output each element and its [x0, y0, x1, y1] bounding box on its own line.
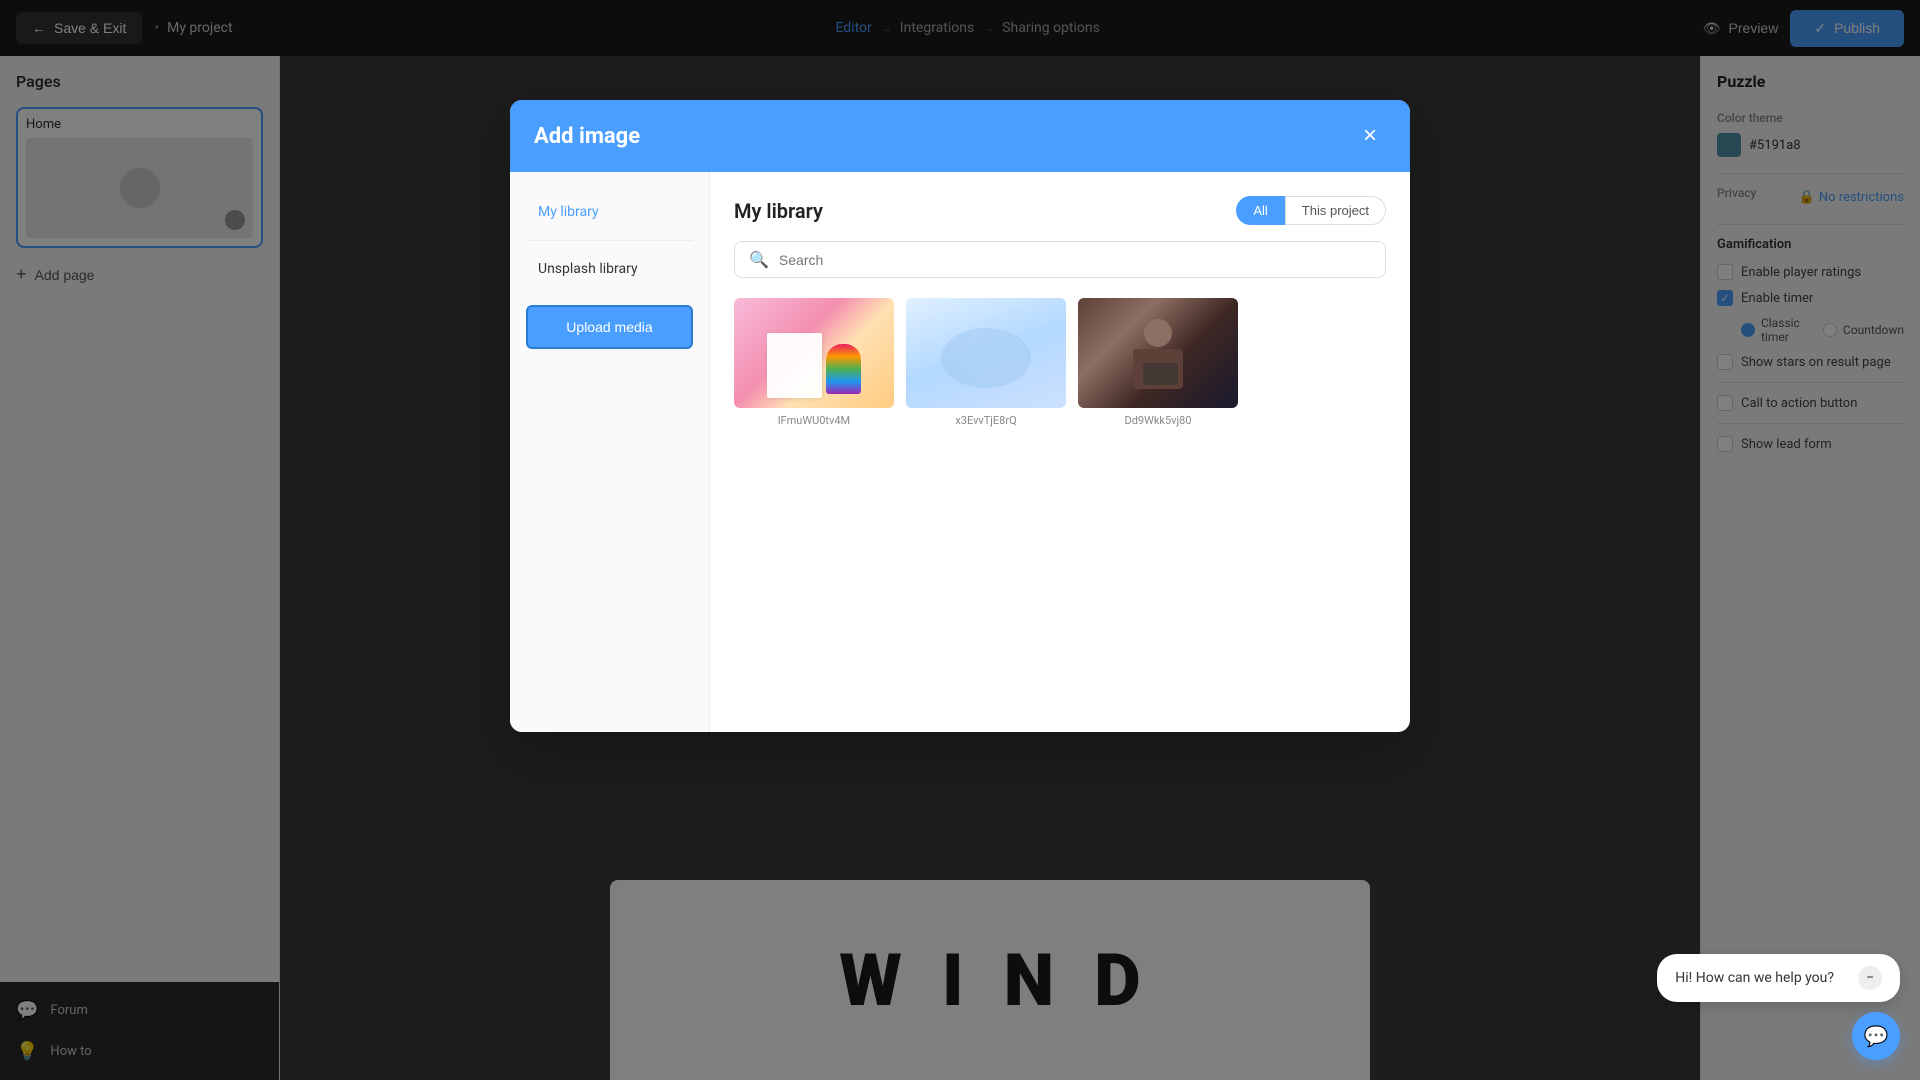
- add-image-modal: Add image × My library Unsplash library …: [510, 100, 1410, 732]
- modal-title: Add image: [534, 124, 640, 149]
- chat-close-button[interactable]: −: [1858, 966, 1882, 990]
- chat-bubble: Hi! How can we help you? −: [1657, 954, 1900, 1002]
- search-bar: 🔍: [734, 241, 1386, 278]
- filter-all-button[interactable]: All: [1236, 196, 1284, 225]
- swatches-shape: [826, 344, 861, 394]
- image-grid: lFmuWU0tv4M x3EvvTjE8rQ: [734, 298, 1386, 427]
- chat-message: Hi! How can we help you?: [1675, 970, 1834, 986]
- content-header: My library All This project: [734, 196, 1386, 225]
- chat-open-button[interactable]: 💬: [1852, 1012, 1900, 1060]
- chat-minimize-icon: −: [1866, 970, 1874, 986]
- modal-nav-unsplash[interactable]: Unsplash library: [526, 253, 693, 285]
- modal-nav-divider: [526, 240, 693, 241]
- modal-body: My library Unsplash library Upload media…: [510, 172, 1410, 732]
- image-label-1: lFmuWU0tv4M: [734, 414, 894, 427]
- image-item-2[interactable]: x3EvvTjE8rQ: [906, 298, 1066, 427]
- search-icon: 🔍: [749, 250, 769, 269]
- content-title: My library: [734, 199, 823, 223]
- image-label-2: x3EvvTjE8rQ: [906, 414, 1066, 427]
- modal-close-button[interactable]: ×: [1354, 120, 1386, 152]
- image-thumb-3: [1078, 298, 1238, 408]
- image-item-1[interactable]: lFmuWU0tv4M: [734, 298, 894, 427]
- chat-widget: Hi! How can we help you? − 💬: [1657, 954, 1900, 1060]
- search-input[interactable]: [779, 252, 1371, 268]
- modal-content: My library All This project 🔍: [710, 172, 1410, 732]
- modal-header: Add image ×: [510, 100, 1410, 172]
- image-label-3: Dd9Wkk5vj80: [1078, 414, 1238, 427]
- image-item-3[interactable]: Dd9Wkk5vj80: [1078, 298, 1238, 427]
- modal-sidebar: My library Unsplash library Upload media: [510, 172, 710, 732]
- wave-svg: [936, 318, 1036, 388]
- chat-messenger-icon: 💬: [1864, 1024, 1889, 1048]
- person-svg: [1113, 313, 1203, 393]
- image-thumb-2: [906, 298, 1066, 408]
- image-thumb-1: [734, 298, 894, 408]
- filter-group: All This project: [1236, 196, 1386, 225]
- upload-media-button[interactable]: Upload media: [526, 305, 693, 349]
- book-shape: [767, 333, 822, 398]
- modal-nav-my-library[interactable]: My library: [526, 196, 693, 228]
- filter-project-button[interactable]: This project: [1285, 196, 1386, 225]
